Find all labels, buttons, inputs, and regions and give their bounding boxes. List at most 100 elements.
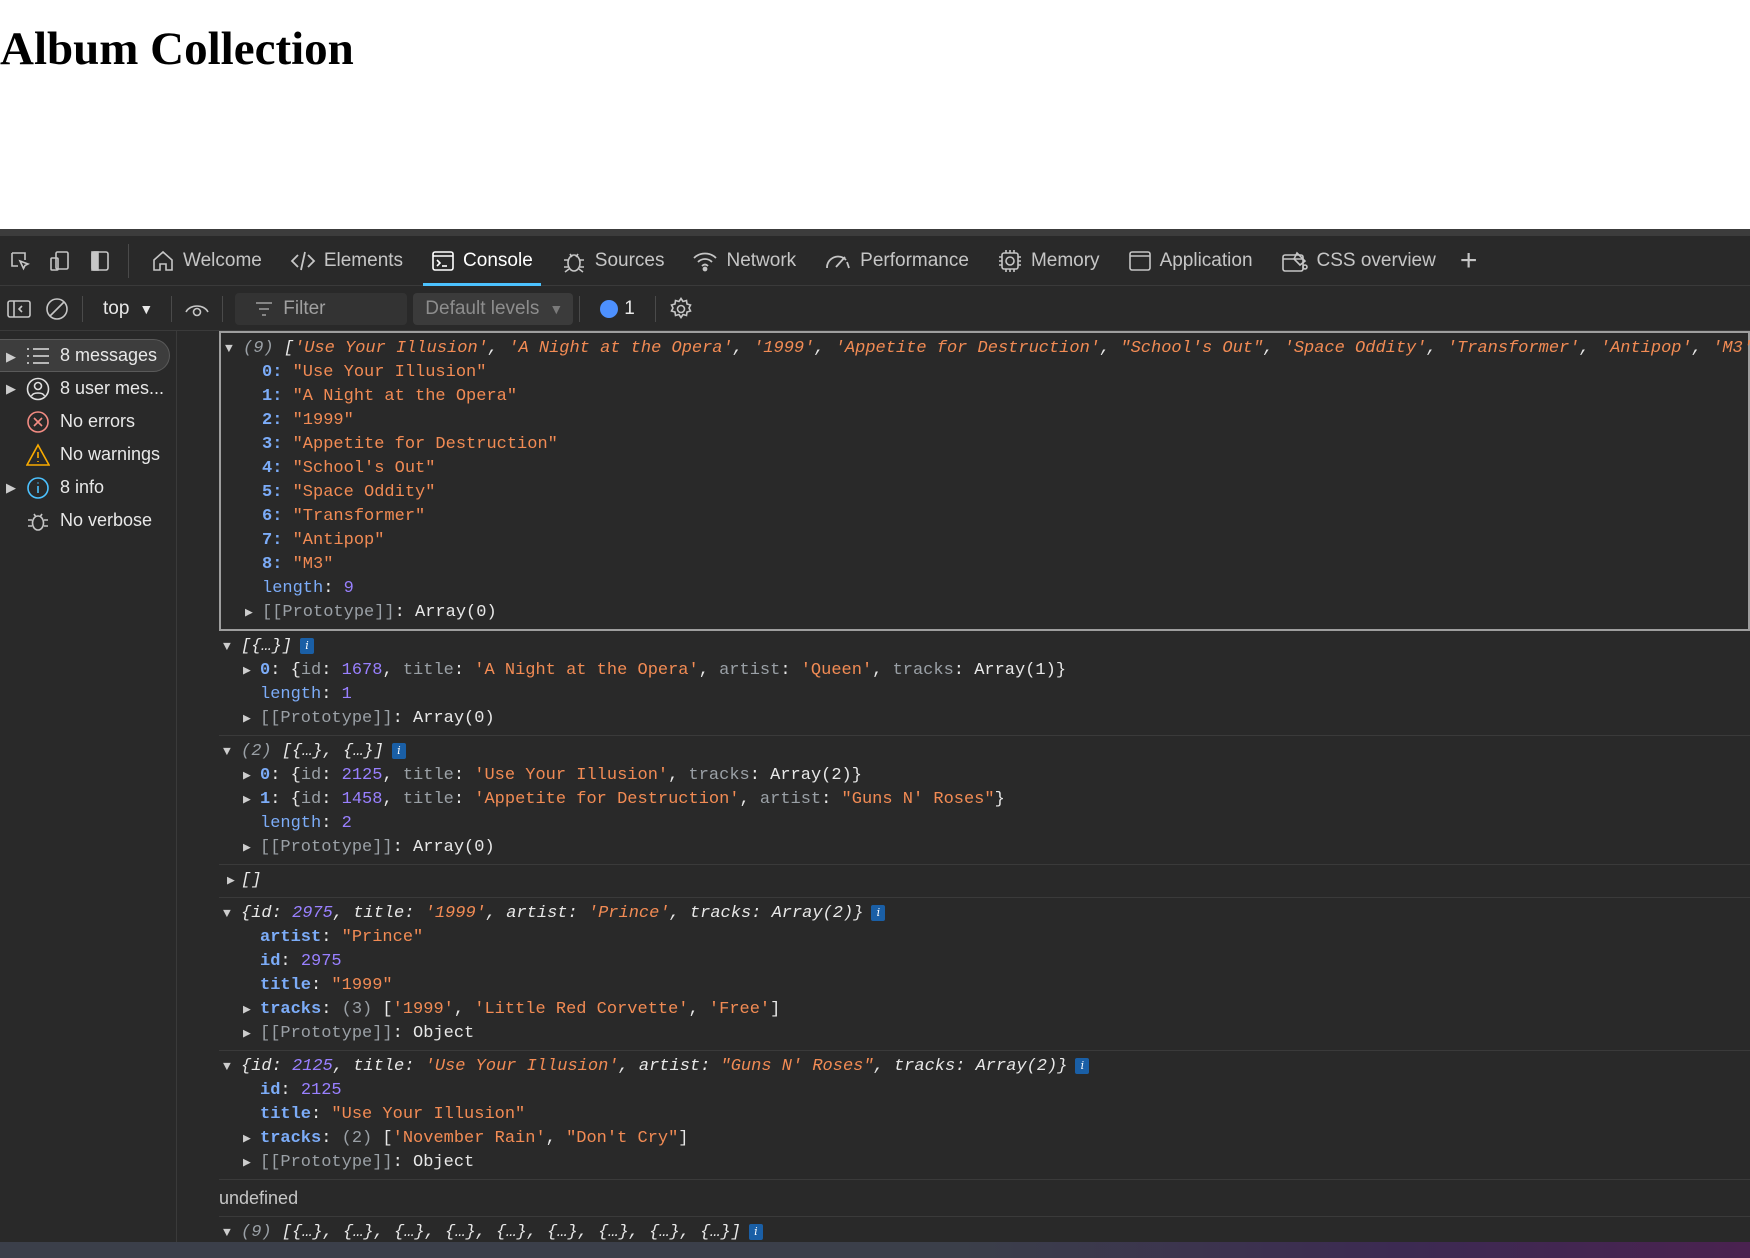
tab-welcome[interactable]: Welcome bbox=[137, 236, 276, 286]
collapse-arrow-icon[interactable]: ▼ bbox=[225, 337, 233, 361]
tab-label: Console bbox=[463, 249, 533, 271]
entry-value: "Use Your Illusion" bbox=[292, 363, 487, 382]
sidebar-item-warnings[interactable]: No warnings bbox=[0, 438, 176, 471]
entry-key: 5 bbox=[262, 483, 273, 502]
object-entry[interactable]: ▶ tracks: (3) ['1999', 'Little Red Corvet… bbox=[219, 998, 1750, 1022]
collapse-arrow-icon[interactable]: ▼ bbox=[223, 1055, 231, 1079]
tabbar-separator bbox=[128, 243, 129, 278]
sidebar-item-errors[interactable]: No errors bbox=[0, 405, 176, 438]
array-length: length: 2 bbox=[260, 814, 352, 833]
issues-counter[interactable]: 1 bbox=[586, 298, 649, 320]
tab-sources[interactable]: Sources bbox=[547, 236, 679, 286]
info-icon[interactable]: i bbox=[391, 742, 406, 759]
prototype-row[interactable]: ▶ [[Prototype]]: Object bbox=[219, 1022, 1750, 1046]
toolbar-separator bbox=[82, 295, 83, 322]
array-item: 'November Rain' bbox=[392, 1129, 546, 1148]
tab-memory[interactable]: Memory bbox=[983, 236, 1114, 286]
expand-arrow-icon[interactable]: ▶ bbox=[243, 836, 251, 860]
clear-console-icon[interactable] bbox=[38, 287, 76, 331]
tab-label: Welcome bbox=[183, 249, 262, 271]
dock-side-icon[interactable] bbox=[80, 236, 120, 286]
expand-arrow-icon[interactable]: ▶ bbox=[243, 1022, 251, 1046]
console-sidebar: ▶ 8 messages ▶ 8 user mes... No errors N… bbox=[0, 331, 177, 1258]
sidebar-item-verbose[interactable]: No verbose bbox=[0, 504, 176, 537]
prototype-row[interactable]: ▶ [[Prototype]]: Array(0) bbox=[219, 707, 1750, 731]
window-icon bbox=[1128, 250, 1151, 271]
object-entry[interactable]: ▶ tracks: (2) ['November Rain', "Don't Cr… bbox=[219, 1127, 1750, 1151]
live-expression-eye-icon[interactable] bbox=[178, 287, 216, 331]
object-summary[interactable]: ▼ {id: 2125, title: 'Use Your Illusion', … bbox=[219, 1055, 1750, 1079]
info-icon[interactable]: i bbox=[748, 1223, 763, 1240]
array-entry: 5: "Space Oddity" bbox=[262, 483, 436, 502]
tab-network[interactable]: Network bbox=[678, 236, 810, 286]
array-summary[interactable]: ▼ (2) [{…}, {…}] i bbox=[219, 740, 1750, 764]
entry-value: 1678 bbox=[341, 661, 383, 680]
array-entry: 4: "School's Out" bbox=[262, 459, 436, 478]
console-message: ▶ [] bbox=[219, 865, 1750, 898]
wifi-icon bbox=[693, 252, 718, 271]
expand-arrow-icon[interactable]: ▶ bbox=[6, 471, 16, 504]
sidebar-item-messages[interactable]: ▶ 8 messages bbox=[0, 339, 170, 372]
bracket: [ bbox=[283, 339, 295, 358]
array-summary[interactable]: ▶ [] bbox=[219, 869, 1750, 893]
prototype-row[interactable]: ▶ [[Prototype]]: Array(0) bbox=[221, 601, 1748, 625]
tab-application[interactable]: Application bbox=[1114, 236, 1267, 286]
expand-arrow-icon[interactable]: ▶ bbox=[243, 998, 251, 1022]
array-summary[interactable]: ▼ [{…}] i bbox=[219, 635, 1750, 659]
tab-console[interactable]: Console bbox=[417, 236, 547, 286]
array-entry: 3: "Appetite for Destruction" bbox=[262, 435, 558, 454]
info-icon[interactable]: i bbox=[300, 637, 315, 654]
console-settings-gear-icon[interactable] bbox=[662, 287, 700, 331]
add-tab-button[interactable]: + bbox=[1450, 245, 1488, 276]
prototype-row[interactable]: ▶ [[Prototype]]: Object bbox=[219, 1151, 1750, 1175]
object-summary[interactable]: ▼ {id: 2975, title: '1999', artist: 'Prin… bbox=[219, 902, 1750, 926]
log-levels-dropdown[interactable]: Default levels ▼ bbox=[413, 292, 574, 325]
array-summary[interactable]: ▼ (9) ['Use Your Illusion', 'A Night at t… bbox=[221, 337, 1750, 361]
array-item: 'Appetite for Destruction' bbox=[834, 339, 1100, 358]
entry-value: "Space Oddity" bbox=[292, 483, 436, 502]
sidebar-item-info[interactable]: ▶ 8 info bbox=[0, 471, 176, 504]
expand-arrow-icon[interactable]: ▶ bbox=[227, 869, 235, 893]
collapse-arrow-icon[interactable]: ▼ bbox=[223, 635, 231, 659]
object-entry[interactable]: ▶ 0: {id: 1678, title: 'A Night at the Op… bbox=[219, 659, 1750, 683]
info-icon[interactable]: i bbox=[871, 904, 886, 921]
entry-value: 2125 bbox=[300, 1081, 342, 1100]
expand-arrow-icon[interactable]: ▶ bbox=[243, 659, 251, 683]
object-entry[interactable]: ▶ 0: {id: 2125, title: 'Use Your Illusion… bbox=[219, 764, 1750, 788]
object-entry[interactable]: ▶ 1: {id: 1458, title: 'Appetite for Dest… bbox=[219, 788, 1750, 812]
collapse-arrow-icon[interactable]: ▼ bbox=[223, 902, 231, 926]
tab-performance[interactable]: Performance bbox=[810, 236, 983, 286]
expand-arrow-icon[interactable]: ▶ bbox=[243, 1151, 251, 1175]
entry-key: 4 bbox=[262, 459, 273, 478]
console-toolbar: top ▼ Filter Default levels ▼ 1 bbox=[0, 287, 1750, 331]
entry-value: 'A Night at the Opera' bbox=[474, 661, 699, 680]
chevron-down-icon: ▼ bbox=[549, 300, 564, 317]
chip-icon bbox=[998, 249, 1021, 272]
expand-arrow-icon[interactable]: ▶ bbox=[245, 601, 253, 625]
entry-value: "Guns N' Roses" bbox=[720, 1057, 874, 1076]
sidebar-item-label: 8 info bbox=[60, 477, 105, 497]
collapse-arrow-icon[interactable]: ▼ bbox=[223, 740, 231, 764]
context-selector[interactable]: top ▼ bbox=[89, 298, 165, 320]
expand-arrow-icon[interactable]: ▶ bbox=[243, 788, 251, 812]
inspect-element-icon[interactable] bbox=[0, 236, 40, 286]
warning-icon bbox=[26, 442, 50, 466]
toggle-sidebar-icon[interactable] bbox=[0, 287, 38, 331]
info-icon[interactable]: i bbox=[1075, 1057, 1090, 1074]
prototype-row[interactable]: ▶ [[Prototype]]: Array(0) bbox=[219, 836, 1750, 860]
sidebar-item-user-messages[interactable]: ▶ 8 user mes... bbox=[0, 372, 176, 405]
filter-input[interactable]: Filter bbox=[235, 292, 408, 325]
tab-elements[interactable]: Elements bbox=[276, 236, 417, 286]
expand-arrow-icon[interactable]: ▶ bbox=[243, 1127, 251, 1151]
array-entry: 0: "Use Your Illusion" bbox=[262, 363, 487, 382]
expand-arrow-icon[interactable]: ▶ bbox=[243, 707, 251, 731]
expand-arrow-icon[interactable]: ▶ bbox=[6, 372, 16, 405]
entry-value: "Use Your Illusion" bbox=[331, 1105, 526, 1124]
log-levels-label: Default levels bbox=[425, 297, 540, 319]
user-icon bbox=[26, 377, 50, 400]
device-emulation-icon[interactable] bbox=[40, 236, 80, 286]
entry-value: "Antipop" bbox=[292, 531, 385, 550]
expand-arrow-icon[interactable]: ▶ bbox=[243, 764, 251, 788]
tab-css-overview[interactable]: CSS overview bbox=[1267, 236, 1450, 286]
expand-arrow-icon[interactable]: ▶ bbox=[6, 340, 16, 371]
